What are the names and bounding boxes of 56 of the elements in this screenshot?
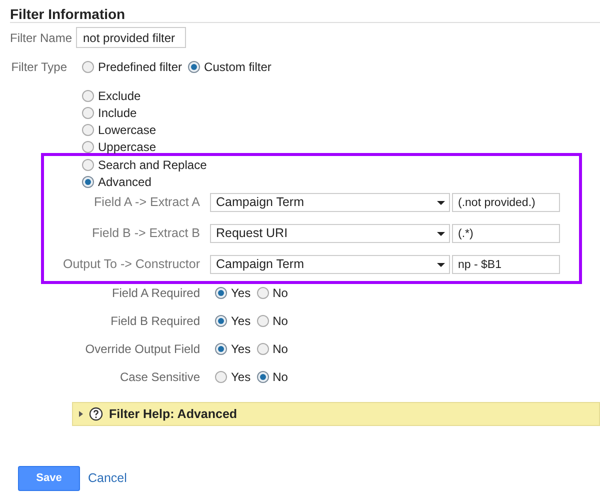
radio-button[interactable] [82,61,94,73]
radio-button[interactable] [215,287,227,299]
radio-label: Predefined filter [98,59,182,76]
radio-label: No [272,341,288,358]
radio-label: No [272,369,288,386]
radio-button[interactable] [82,124,94,136]
radio-label: Include [98,104,137,122]
dropdown[interactable]: Campaign Term [210,193,450,212]
radio-label: Advanced [98,174,152,190]
radio-button[interactable] [215,343,227,355]
field-label: Output To -> Constructor [62,256,200,274]
radio-label: Uppercase [98,138,156,156]
radio-button[interactable] [82,158,94,170]
field-label: Field A Required [110,285,200,302]
field-label: Filter Type [10,59,67,76]
caret-icon [437,262,445,266]
cancel-link[interactable]: Cancel [88,469,127,488]
radio-button[interactable] [188,61,200,73]
dropdown[interactable]: Campaign Term [210,255,450,274]
caret-icon [437,232,445,236]
field-label: Case Sensitive [118,369,200,386]
radio-label: Yes [231,313,251,330]
field-label: Override Output Field [84,341,200,358]
field-label: Field B -> Extract B [90,225,200,242]
radio-button[interactable] [82,90,94,102]
radio-label: Exclude [98,88,141,104]
radio-label: No [272,285,288,302]
field-label: Filter Name [10,30,74,46]
help-icon [89,407,103,421]
help-bar[interactable]: Filter Help: Advanced [72,402,600,426]
field-label: Field A -> Extract A [93,194,200,212]
radio-button[interactable] [256,287,269,299]
radio-button[interactable] [215,315,227,327]
radio-button[interactable] [82,106,94,118]
radio-label: Yes [231,285,251,302]
caret-icon [79,411,83,417]
radio-button[interactable] [215,371,227,383]
radio-button[interactable] [256,371,269,383]
filter-name-field[interactable]: not provided filter [76,27,186,48]
radio-label: Yes [231,341,251,358]
radio-button[interactable] [82,176,94,188]
radio-button[interactable] [82,140,94,152]
caret-icon [437,200,445,204]
radio-label: Search and Replace [98,156,207,174]
section-title: Filter Information [10,6,126,22]
input-field[interactable]: (.*) [452,224,560,243]
field-label: Field B Required [110,313,200,330]
radio-button[interactable] [256,343,269,355]
input-field[interactable]: (.not provided.) [452,193,560,212]
radio-label: Yes [231,369,251,386]
radio-label: Lowercase [98,122,156,138]
input-field[interactable]: np - $B1 [452,255,560,274]
dropdown[interactable]: Request URI [210,224,450,243]
radio-label: No [272,313,288,330]
radio-button[interactable] [256,315,269,327]
radio-label: Custom filter [204,59,272,76]
